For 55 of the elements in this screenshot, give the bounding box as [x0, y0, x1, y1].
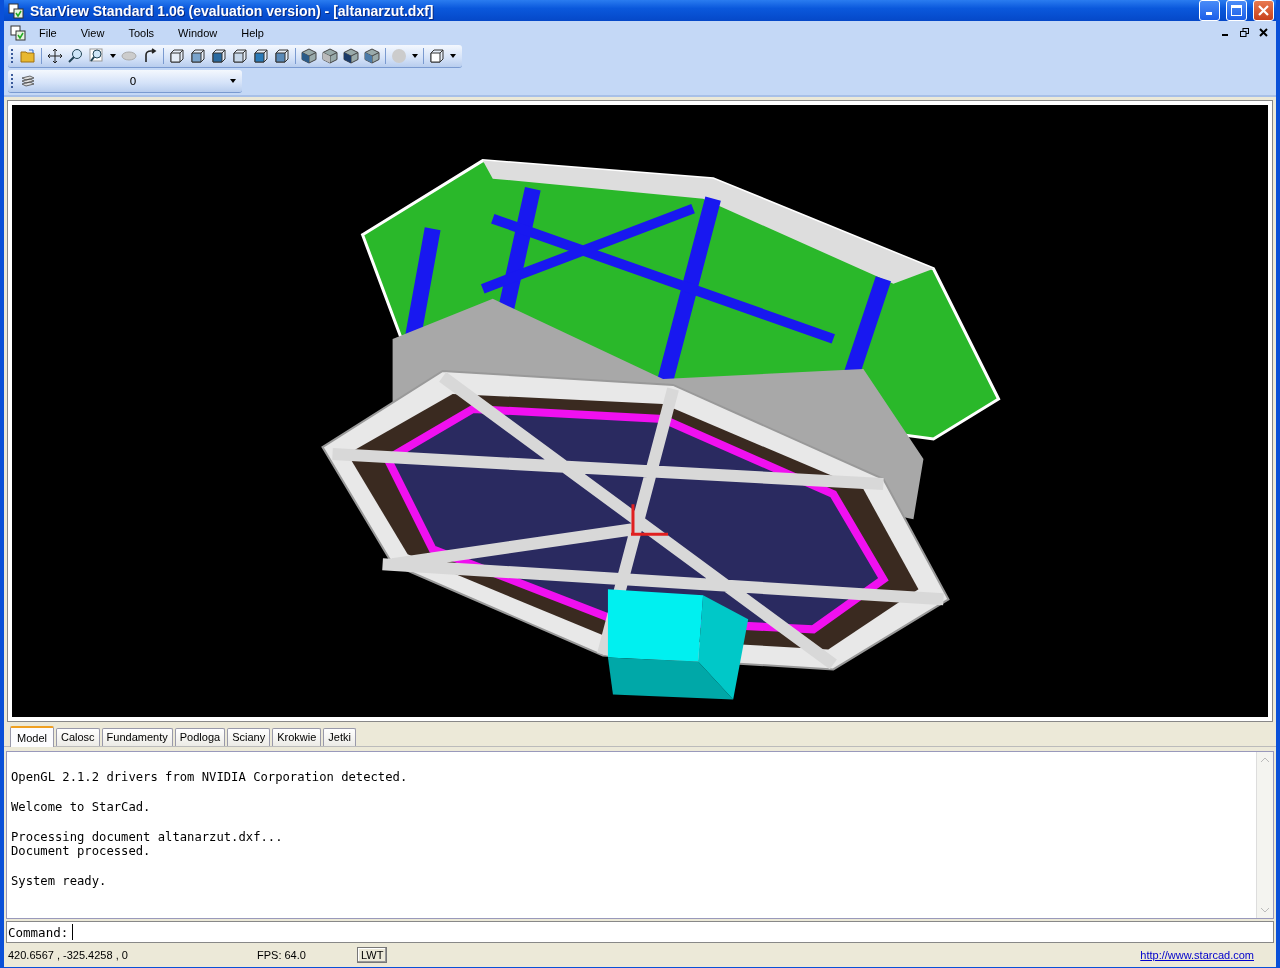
- maximize-button[interactable]: [1226, 0, 1247, 21]
- console-line: Welcome to StarCad.: [11, 800, 152, 814]
- layout-tab[interactable]: Jetki: [323, 728, 356, 746]
- layers-icon: [20, 73, 36, 89]
- command-label: Command:: [7, 924, 70, 940]
- layer-combo[interactable]: 0: [8, 70, 242, 93]
- close-icon[interactable]: [1259, 28, 1268, 37]
- layout-tab[interactable]: Fundamenty: [101, 728, 173, 746]
- shaded-cube-icon[interactable]: [301, 48, 317, 64]
- close-icon: [1258, 5, 1269, 16]
- close-button[interactable]: [1253, 0, 1274, 21]
- shaded-cube-icon[interactable]: [364, 48, 380, 64]
- view-cube-icon[interactable]: [232, 48, 248, 64]
- pan-arrows-icon[interactable]: [47, 48, 63, 64]
- folder-icon[interactable]: [20, 48, 36, 64]
- app-icon: [10, 24, 26, 41]
- console-line: OpenGL 2.1.2 drivers from NVIDIA Corporation detected.: [11, 770, 409, 784]
- layout-tab[interactable]: Podloga: [174, 728, 226, 746]
- 3d-viewport[interactable]: [12, 105, 1268, 717]
- zoom-icon[interactable]: [68, 48, 84, 64]
- view-cube-icon[interactable]: [274, 48, 290, 64]
- view-cube-icon[interactable]: [211, 48, 227, 64]
- menu-item[interactable]: View: [67, 26, 116, 39]
- dropdown-arrow-icon[interactable]: [230, 79, 236, 83]
- shaded-cube-icon[interactable]: [343, 48, 359, 64]
- shaded-cube-icon[interactable]: [322, 48, 338, 64]
- app-icon: [8, 2, 24, 19]
- minimize-button[interactable]: [1199, 0, 1220, 21]
- dropdown-arrow-icon[interactable]: [412, 54, 418, 58]
- command-field[interactable]: Command:: [6, 921, 1274, 943]
- view-cube-icon[interactable]: [169, 48, 185, 64]
- coordinates-text: 420.6567 , -325.4258 , 0: [8, 949, 129, 961]
- maximize-icon: [1231, 5, 1242, 16]
- view-cube-icon[interactable]: [190, 48, 206, 64]
- restore-icon[interactable]: [1240, 28, 1249, 37]
- menu-item[interactable]: Tools: [115, 26, 166, 39]
- console-line: Processing document altanarzut.dxf...: [11, 830, 284, 844]
- layout-tab[interactable]: Krokwie: [272, 728, 322, 746]
- website-link[interactable]: http://www.starcad.com: [1140, 949, 1254, 961]
- view-cube-icon[interactable]: [429, 48, 445, 64]
- menu-item[interactable]: Help: [228, 26, 275, 39]
- menu-item[interactable]: Window: [165, 26, 229, 39]
- zoom-window-icon[interactable]: [89, 48, 105, 64]
- layout-tab[interactable]: Calosc: [55, 728, 100, 746]
- layout-tab[interactable]: Model: [10, 726, 54, 747]
- console-line: System ready.: [11, 874, 108, 888]
- view-cube-icon[interactable]: [253, 48, 269, 64]
- menu-item[interactable]: File: [26, 26, 68, 39]
- lwt-button[interactable]: LWT: [357, 947, 388, 963]
- dropdown-arrow-icon[interactable]: [110, 54, 116, 58]
- layout-tab[interactable]: Sciany: [227, 728, 271, 746]
- window-title: StarView Standard 1.06 (evaluation version) - [altanarzut.dxf]: [30, 2, 435, 19]
- fps-text: FPS: 64.0: [257, 949, 307, 961]
- console-line: Document processed.: [11, 844, 152, 858]
- dropdown-arrow-icon[interactable]: [450, 54, 456, 58]
